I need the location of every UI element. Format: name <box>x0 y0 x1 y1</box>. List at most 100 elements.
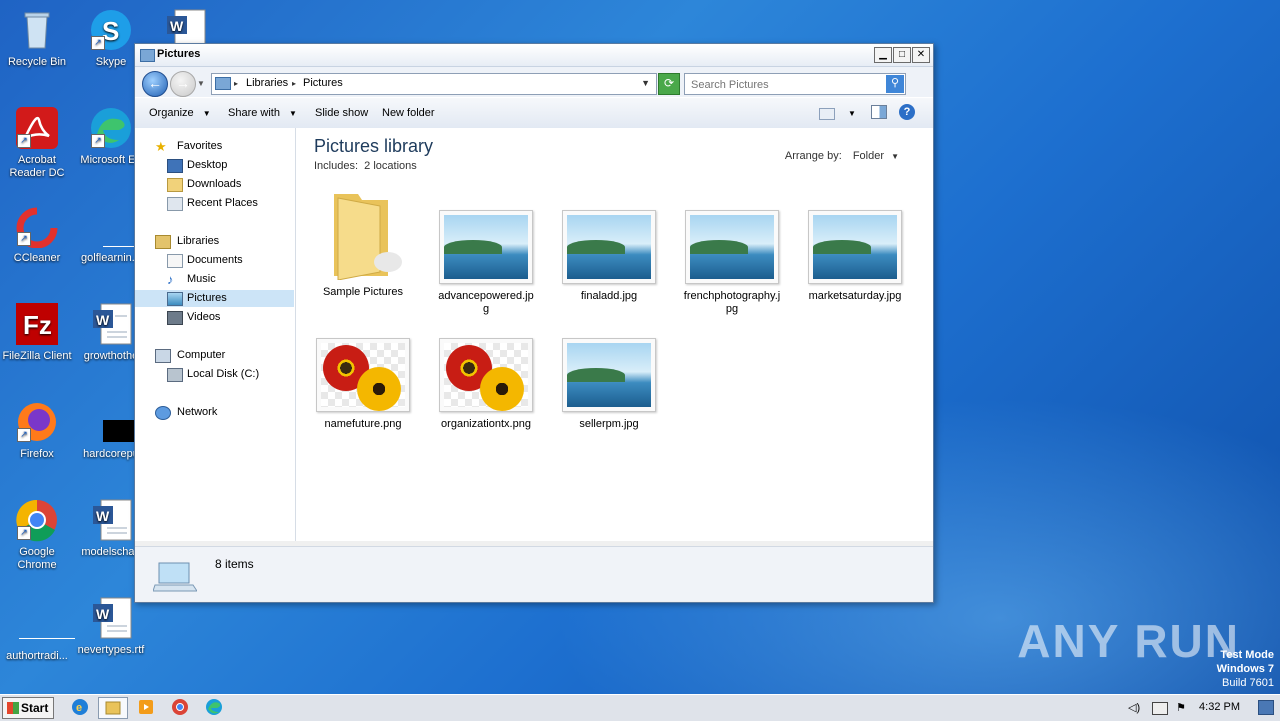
videos-icon <box>167 311 183 325</box>
desktop-icon-label: Google Chrome <box>17 546 57 571</box>
clock[interactable]: 4:32 PM <box>1199 701 1240 713</box>
file-item[interactable]: sellerpm.jpg <box>554 338 664 431</box>
taskbar-media-player-icon[interactable] <box>132 697 160 717</box>
file-item[interactable]: marketsaturday.jpg <box>800 210 910 303</box>
taskbar-chrome-icon[interactable] <box>166 697 194 717</box>
svg-text:W: W <box>96 606 110 622</box>
back-button[interactable]: ← <box>142 71 168 97</box>
desktop-icon-label: CCleaner <box>13 252 61 264</box>
taskbar-ie-icon[interactable]: e <box>66 697 94 717</box>
breadcrumb-pictures[interactable]: Pictures <box>303 77 343 89</box>
file-name: marketsaturday.jpg <box>808 290 902 302</box>
libraries-icon <box>155 235 171 249</box>
nav-recent-places[interactable]: Recent Places <box>167 195 287 212</box>
desktop-icon-acrobat[interactable]: ↗ Acrobat Reader DC <box>0 106 74 180</box>
minimize-button[interactable]: ▁ <box>874 47 892 63</box>
desktop-icon-firefox[interactable]: ↗ Firefox <box>0 400 74 461</box>
nav-videos[interactable]: Videos <box>167 309 287 326</box>
desktop-icon-filezilla[interactable]: Fz FileZilla Client <box>0 302 74 363</box>
new-folder-button[interactable]: New folder <box>382 107 435 119</box>
desktop-icon-label: Microsoft Ed <box>80 154 142 166</box>
start-label: Start <box>21 701 49 715</box>
desktop-icon-ccleaner[interactable]: ↗ CCleaner <box>0 204 74 265</box>
forward-button[interactable]: → <box>170 71 196 97</box>
desktop-icon-chrome[interactable]: ↗ Google Chrome <box>0 498 74 572</box>
nav-pictures[interactable]: Pictures <box>135 290 294 307</box>
file-item[interactable]: Sample Pictures <box>308 190 418 299</box>
ccleaner-icon: ↗ <box>15 204 59 249</box>
file-name: sellerpm.jpg <box>579 418 639 430</box>
desktop-icon-nevertypes[interactable]: W nevertypes.rtf <box>74 596 148 657</box>
address-bar[interactable]: ▸ Libraries ▸ Pictures ▼ <box>211 73 657 95</box>
shortcut-arrow-icon: ↗ <box>91 36 105 50</box>
desktop-icon-authortradi[interactable]: authortradi... <box>0 618 75 662</box>
edge-icon: ↗ <box>89 106 133 150</box>
maximize-button[interactable]: □ <box>893 47 911 63</box>
file-name: organizationtx.png <box>441 418 531 430</box>
word-document-icon: W <box>89 596 133 640</box>
downloads-icon <box>167 178 183 192</box>
file-item[interactable]: organizationtx.png <box>431 338 541 431</box>
nav-music[interactable]: ♪ Music <box>167 271 287 288</box>
breadcrumb-libraries[interactable]: Libraries <box>246 77 288 89</box>
breadcrumb-separator-icon[interactable]: ▸ <box>292 79 296 88</box>
taskbar: Start e ◁) ⚑ 4:32 PM <box>0 694 1280 721</box>
nav-libraries[interactable]: Libraries <box>155 233 285 250</box>
preview-pane-icon[interactable] <box>871 105 887 119</box>
start-button[interactable]: Start <box>2 697 54 719</box>
library-title: Pictures library <box>314 136 434 156</box>
recycle-bin-icon <box>15 8 59 52</box>
image-thumbnail <box>439 338 533 412</box>
file-item[interactable]: finaladd.jpg <box>554 210 664 303</box>
search-input[interactable] <box>689 76 889 94</box>
close-button[interactable]: ✕ <box>912 47 930 63</box>
includes-locations-link[interactable]: 2 locations <box>364 160 417 172</box>
nav-documents[interactable]: Documents <box>167 252 287 269</box>
help-icon[interactable]: ? <box>899 104 915 120</box>
taskbar-explorer-icon[interactable] <box>98 697 128 719</box>
file-item[interactable]: advancepowered.jpg <box>431 210 541 316</box>
organize-button[interactable]: Organize ▼ <box>149 107 211 119</box>
nav-label: Downloads <box>187 178 242 190</box>
nav-desktop[interactable]: Desktop <box>167 157 287 174</box>
windows-logo-icon <box>7 702 19 714</box>
nav-downloads[interactable]: Downloads <box>167 176 287 193</box>
nav-local-disk[interactable]: Local Disk (C:) <box>167 366 287 383</box>
nav-favorites[interactable]: ★ Favorites <box>155 138 285 155</box>
item-count: 8 items <box>215 557 254 571</box>
firefox-icon: ↗ <box>15 400 59 444</box>
desktop-icon-recycle-bin[interactable]: Recycle Bin <box>0 8 74 69</box>
change-view-icon[interactable] <box>819 108 835 120</box>
nav-label: Favorites <box>177 140 223 152</box>
svg-text:Fz: Fz <box>23 310 52 340</box>
windows-version-line: Windows 7 <box>1216 663 1274 675</box>
show-desktop-button[interactable] <box>1258 700 1274 715</box>
svg-text:e: e <box>76 702 82 714</box>
file-item[interactable]: namefuture.png <box>308 338 418 431</box>
search-icon[interactable]: ⚲ <box>886 75 904 93</box>
file-icon <box>89 400 149 444</box>
chevron-down-icon: ▼ <box>289 109 297 118</box>
view-options-dropdown-icon[interactable]: ▼ <box>848 109 856 118</box>
nav-label: Recent Places <box>187 197 258 209</box>
volume-icon[interactable]: ◁) <box>1128 701 1140 714</box>
address-dropdown-icon[interactable]: ▼ <box>641 78 650 88</box>
image-thumbnail <box>808 210 902 284</box>
nav-network[interactable]: Network <box>155 404 285 421</box>
file-item[interactable]: frenchphotography.jpg <box>677 210 787 316</box>
share-with-button[interactable]: Share with ▼ <box>228 107 297 119</box>
pictures-library-icon <box>152 555 198 593</box>
network-tray-icon[interactable] <box>1152 702 1168 715</box>
build-line: Build 7601 <box>1222 677 1274 689</box>
arrange-by-dropdown[interactable]: Folder ▼ <box>853 150 899 162</box>
refresh-button[interactable]: ⟳ <box>658 73 680 95</box>
taskbar-edge-icon[interactable] <box>200 697 228 717</box>
chrome-icon: ↗ <box>15 498 59 542</box>
recent-pages-dropdown[interactable]: ▼ <box>197 79 205 88</box>
breadcrumb-separator-icon[interactable]: ▸ <box>234 79 238 88</box>
anyrun-watermark: ANY RUN <box>1017 615 1240 667</box>
nav-computer[interactable]: Computer <box>155 347 285 364</box>
action-center-flag-icon[interactable]: ⚑ <box>1176 701 1186 714</box>
window-titlebar[interactable]: Pictures ▁ □ ✕ <box>135 44 933 67</box>
slide-show-button[interactable]: Slide show <box>315 107 368 119</box>
